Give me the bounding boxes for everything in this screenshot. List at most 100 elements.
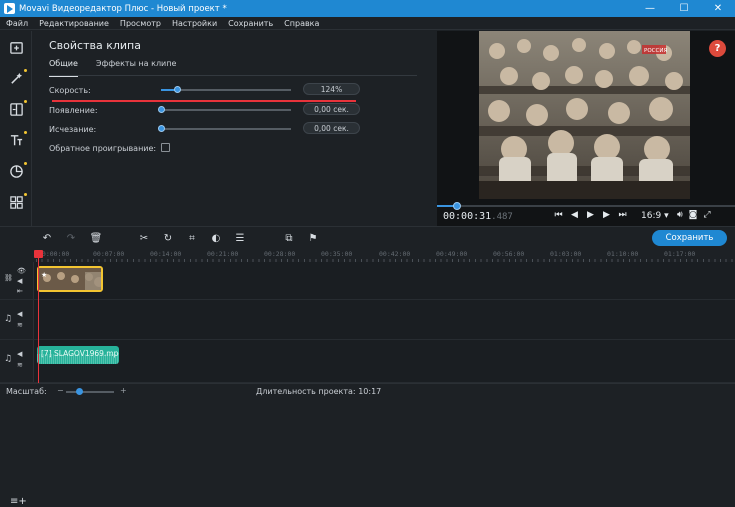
duration-value: 10:17 — [358, 387, 382, 396]
ruler-label: 00:35:00 — [321, 250, 353, 258]
fade-in-value-field[interactable]: 0,00 сек. — [303, 103, 360, 115]
import-button[interactable] — [0, 32, 32, 63]
preview-panel: РОССИЯ ? 00:00:31.487 ⏮ ◀︎ ▶ ▶︎ ⏭ 16:9 ▾… — [437, 31, 735, 226]
audio-clip[interactable]: [7] SLAGOV1969.mpg — [37, 346, 119, 364]
crop-icon[interactable]: ⌗ — [186, 232, 198, 244]
more-tools-button[interactable] — [0, 187, 32, 218]
app-logo-icon — [4, 3, 15, 14]
menu-view[interactable]: Просмотр — [114, 19, 166, 28]
zoom-out-button[interactable]: − — [57, 386, 64, 395]
preview-scrubber[interactable] — [437, 202, 735, 210]
volume-icon[interactable]: ◀ — [17, 350, 22, 358]
fade-out-slider-knob[interactable] — [158, 125, 165, 132]
delete-icon[interactable]: 🗑︎ — [90, 232, 103, 244]
transport-controls: ⏮ ◀︎ ▶ ▶︎ ⏭ — [553, 210, 628, 220]
skip-start-icon[interactable]: ⏮ — [553, 210, 564, 220]
clip-properties-panel: Свойства клипа Общие Эффекты на клипе Ск… — [34, 31, 434, 226]
video-clip[interactable]: ★ — [37, 266, 103, 292]
link-icon[interactable]: ⛓ — [4, 274, 13, 282]
fade-in-label: Появление: — [49, 105, 98, 115]
volume-icon[interactable]: ◀ — [17, 310, 22, 318]
volume-icon[interactable]: ◀ — [17, 277, 22, 285]
audio-track-header: ♫ ◀ ≋ — [0, 300, 34, 339]
menu-file[interactable]: Файл — [0, 19, 33, 28]
fade-out-slider[interactable] — [158, 125, 291, 132]
reverse-label: Обратное проигрывание: — [49, 143, 157, 153]
rotate-icon[interactable]: ↻ — [162, 232, 174, 244]
filters-button[interactable] — [0, 63, 32, 94]
fullscreen-icon[interactable]: ⤢ — [703, 210, 710, 220]
transitions-button[interactable] — [0, 94, 32, 125]
clip-thumbnail: ★ — [39, 268, 101, 290]
reverse-checkbox[interactable] — [161, 143, 170, 152]
next-frame-icon[interactable]: ▶︎ — [601, 210, 612, 220]
menu-settings[interactable]: Настройки — [166, 19, 222, 28]
fade-in-slider[interactable] — [158, 106, 291, 113]
magic-filters-icon — [10, 72, 22, 84]
fade-in-row: Появление: 0,00 сек. — [49, 103, 419, 117]
playhead-line — [38, 250, 39, 383]
speed-label: Скорость: — [49, 85, 91, 95]
titles-button[interactable] — [0, 125, 32, 156]
edit-toolbar: ↶ ↷ 🗑︎ ✂ ↻ ⌗ ◐ ☰ ⧉ ⚑ Сохранить — [0, 226, 735, 248]
close-button[interactable]: ✕ — [701, 0, 735, 17]
new-badge — [24, 69, 27, 72]
fade-in-slider-knob[interactable] — [158, 106, 165, 113]
zoom-in-button[interactable]: + — [120, 386, 127, 395]
volume-icon[interactable]: 🔊︎ — [677, 210, 683, 220]
lock-icon[interactable]: ⇤ — [17, 287, 23, 295]
zoom-slider[interactable] — [66, 388, 114, 395]
zoom-label: Масштаб: — [6, 387, 47, 396]
aspect-ratio-select[interactable]: 16:9 ▾ — [641, 211, 669, 221]
speed-value-field[interactable]: 124% — [303, 83, 360, 95]
scrubber-knob[interactable] — [453, 202, 461, 210]
timecode: 00:00:31.487 — [443, 211, 513, 222]
video-track-header: ⛓ 👁︎ ◀ ⇤ — [0, 262, 34, 299]
split-icon[interactable]: ✂ — [138, 232, 150, 244]
speed-slider-knob[interactable] — [173, 86, 181, 93]
menu-edit[interactable]: Редактирование — [33, 19, 114, 28]
menu-help[interactable]: Справка — [278, 19, 324, 28]
undo-icon[interactable]: ↶ — [41, 232, 53, 244]
play-icon[interactable]: ▶ — [585, 210, 596, 220]
zoom-slider-knob[interactable] — [76, 388, 83, 395]
titles-icon — [10, 135, 22, 146]
ruler-label: 01:17:00 — [664, 250, 696, 258]
mute-icon[interactable]: ≋ — [17, 361, 23, 369]
save-button[interactable]: Сохранить — [652, 230, 727, 246]
menu-export[interactable]: Сохранить — [222, 19, 278, 28]
stickers-button[interactable] — [0, 156, 32, 187]
visibility-icon[interactable]: 👁︎ — [17, 267, 26, 275]
audio-track: ♫ ◀ ≋ [7] SLAGOV1969.mpg — [0, 340, 735, 383]
fade-out-value-field[interactable]: 0,00 сек. — [303, 122, 360, 134]
music-note-icon: ♫ — [4, 314, 13, 324]
color-adjust-icon[interactable]: ◐ — [210, 232, 222, 244]
speed-slider[interactable] — [161, 86, 291, 93]
marker-flag-icon[interactable]: ⚑ — [307, 232, 319, 244]
snapshot-icon[interactable]: ◙ — [689, 210, 698, 220]
minimize-button[interactable]: — — [633, 0, 667, 17]
overlay-icon[interactable]: ⧉ — [283, 232, 295, 244]
clip-properties-icon[interactable]: ☰ — [234, 232, 246, 244]
skip-end-icon[interactable]: ⏭ — [617, 210, 628, 220]
preview-extra-controls: 🔊︎ ◙ ⤢ — [677, 210, 711, 220]
audio-clip-name: [7] SLAGOV1969.mpg — [41, 349, 119, 358]
redo-icon[interactable]: ↷ — [65, 232, 77, 244]
help-button[interactable]: ? — [709, 40, 726, 57]
video-frame: РОССИЯ — [479, 31, 690, 199]
ruler-label: 00:49:00 — [436, 250, 468, 258]
speed-row: Скорость: 124% — [49, 83, 419, 97]
video-track: ⛓ 👁︎ ◀ ⇤ ★ — [0, 262, 735, 300]
ruler-label: 00:42:00 — [379, 250, 411, 258]
transitions-icon — [9, 103, 23, 116]
window-title: Movavi Видеоредактор Плюс - Новый проект… — [19, 3, 227, 14]
add-track-icon[interactable]: ≡+ — [10, 496, 27, 507]
title-bar: Movavi Видеоредактор Плюс - Новый проект… — [0, 0, 735, 17]
timeline-ruler[interactable]: ≡+ 00:00:00 00:07:00 00:14:00 00:21:00 0… — [0, 248, 735, 507]
status-bar: Масштаб: − + Длительность проекта: 10:17 — [0, 383, 735, 400]
prev-frame-icon[interactable]: ◀︎ — [569, 210, 580, 220]
maximize-button[interactable]: ☐ — [667, 0, 701, 17]
timecode-ms: .487 — [491, 212, 513, 222]
mute-icon[interactable]: ≋ — [17, 321, 23, 329]
audio-track-empty: ♫ ◀ ≋ — [0, 300, 735, 340]
